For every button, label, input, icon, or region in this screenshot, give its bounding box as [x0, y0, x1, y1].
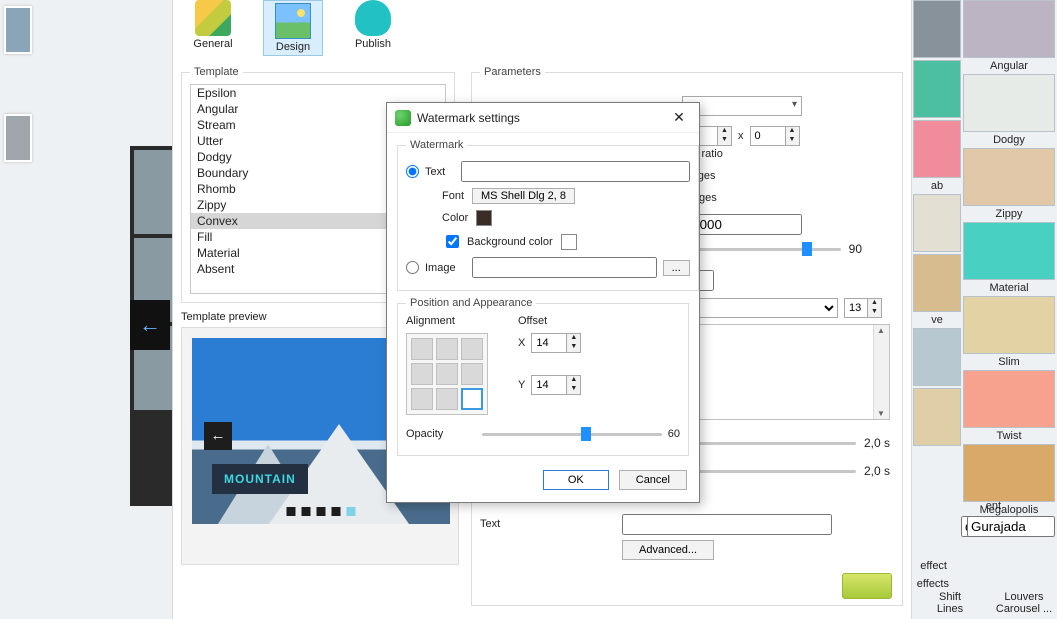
align-cell[interactable]	[436, 338, 458, 360]
position-group: Position and Appearance Alignment Offset…	[397, 297, 689, 456]
y-label: Y	[518, 379, 525, 391]
opacity-value: 60	[668, 428, 680, 440]
delay-value: 2,0 s	[864, 436, 890, 450]
app-icon	[395, 110, 411, 126]
align-cell[interactable]	[436, 363, 458, 385]
effect-name[interactable]: Lines	[915, 603, 985, 615]
group-legend: Watermark	[406, 139, 467, 151]
text-input[interactable]	[622, 514, 832, 535]
thumb[interactable]	[4, 6, 32, 54]
opacity-slider[interactable]	[482, 425, 662, 443]
check-label: Background color	[467, 236, 553, 248]
alignment-grid[interactable]	[406, 333, 488, 415]
tab-label: Publish	[355, 38, 391, 50]
size-combo[interactable]	[682, 96, 802, 116]
radio-label: Text	[425, 166, 445, 178]
align-cell[interactable]	[411, 363, 433, 385]
gallery-item[interactable]	[913, 60, 961, 118]
ok-button[interactable]: OK	[543, 470, 609, 490]
checkbox-input[interactable]	[446, 235, 459, 248]
opacity-label: Opacity	[406, 428, 476, 440]
apply-button[interactable]	[842, 573, 892, 599]
crop-label: ent	[986, 500, 1001, 512]
gallery-item[interactable]: Twist	[963, 370, 1055, 442]
preview-dots[interactable]	[287, 507, 356, 516]
image-icon	[275, 3, 311, 39]
dialog-title: Watermark settings	[417, 111, 667, 125]
h-spinner[interactable]: ▲▼	[750, 126, 800, 146]
duration-value: 2,0 s	[864, 464, 890, 478]
quality-value: 90	[849, 242, 862, 256]
gallery-item[interactable]: ve	[913, 254, 961, 326]
x-label: x	[738, 130, 744, 142]
thumb[interactable]	[4, 114, 32, 162]
align-cell[interactable]	[436, 388, 458, 410]
gallery-item[interactable]: Zippy	[963, 148, 1055, 220]
offset-label: Offset	[518, 315, 581, 327]
group-legend: Position and Appearance	[406, 297, 536, 309]
offset-y-spinner[interactable]: ▲▼	[531, 375, 581, 395]
text-radio[interactable]: Text	[406, 165, 445, 178]
crop-label: effects	[917, 578, 949, 590]
publish-icon	[355, 0, 391, 36]
align-cell[interactable]	[411, 338, 433, 360]
preview-caption: MOUNTAIN	[212, 464, 308, 494]
gallery-item[interactable]	[913, 194, 961, 252]
alignment-label: Alignment	[406, 315, 488, 327]
watermark-group: Watermark Text Font MS Shell Dlg 2, 8 Co…	[397, 139, 699, 291]
radio-label: Image	[425, 262, 456, 274]
gallery-item[interactable]	[913, 328, 961, 386]
gallery-item[interactable]: Angular	[963, 0, 1055, 72]
font2-combo[interactable]	[967, 516, 1055, 537]
gallery-item[interactable]	[913, 0, 961, 58]
align-cell[interactable]	[411, 388, 433, 410]
color-swatch[interactable]	[476, 210, 492, 226]
watermark-dialog: Watermark settings ✕ Watermark Text Font…	[386, 102, 700, 503]
effect-name[interactable]: Shift	[915, 591, 985, 603]
tab-label: Design	[276, 41, 310, 53]
crop-label: effect	[920, 560, 947, 572]
align-cell[interactable]	[461, 338, 483, 360]
group-legend: Template	[190, 66, 243, 78]
advanced-button[interactable]: Advanced...	[622, 540, 714, 560]
watermark-image-input[interactable]	[472, 257, 657, 278]
tab-design[interactable]: Design	[263, 0, 323, 56]
template-item[interactable]: Epsilon	[191, 85, 445, 101]
bgcolor-swatch[interactable]	[561, 234, 577, 250]
cancel-button[interactable]: Cancel	[619, 470, 687, 490]
radio-input[interactable]	[406, 165, 419, 178]
gallery-item[interactable]	[913, 388, 961, 446]
close-icon[interactable]: ✕	[667, 109, 691, 126]
text-label: Text	[480, 518, 500, 530]
browse-button[interactable]: ...	[663, 260, 690, 276]
watermark-text-input[interactable]	[461, 161, 690, 182]
gallery-item[interactable]: Megalopolis	[963, 444, 1055, 516]
align-cell[interactable]	[461, 388, 483, 410]
tools-icon	[195, 0, 231, 36]
bgcolor-check[interactable]: Background color	[442, 232, 553, 251]
left-thumb-strip	[0, 0, 68, 168]
image-radio[interactable]: Image	[406, 261, 456, 274]
fontsize-spinner[interactable]: ▲▼	[844, 298, 882, 318]
tab-label: General	[193, 38, 232, 50]
align-cell[interactable]	[461, 363, 483, 385]
prev-arrow-icon[interactable]: ←	[204, 422, 232, 450]
radio-input[interactable]	[406, 261, 419, 274]
font-label: Font	[442, 190, 464, 202]
font-button[interactable]: MS Shell Dlg 2, 8	[472, 188, 575, 204]
gallery-item[interactable]: ab	[913, 120, 961, 192]
color-label: Color	[442, 212, 468, 224]
gallery-item[interactable]: Dodgy	[963, 74, 1055, 146]
tab-general[interactable]: General	[183, 0, 243, 56]
group-legend: Parameters	[480, 66, 545, 78]
nav-left-button[interactable]: ←	[130, 300, 170, 350]
effect-name[interactable]: Carousel ...	[989, 603, 1057, 615]
x-label: X	[518, 337, 525, 349]
scrollbar[interactable]	[873, 325, 889, 419]
tab-publish[interactable]: Publish	[343, 0, 403, 56]
gallery-item[interactable]: Material	[963, 222, 1055, 294]
offset-x-spinner[interactable]: ▲▼	[531, 333, 581, 353]
gallery-item[interactable]: Slim	[963, 296, 1055, 368]
effect-name[interactable]: Louvers	[989, 591, 1057, 603]
